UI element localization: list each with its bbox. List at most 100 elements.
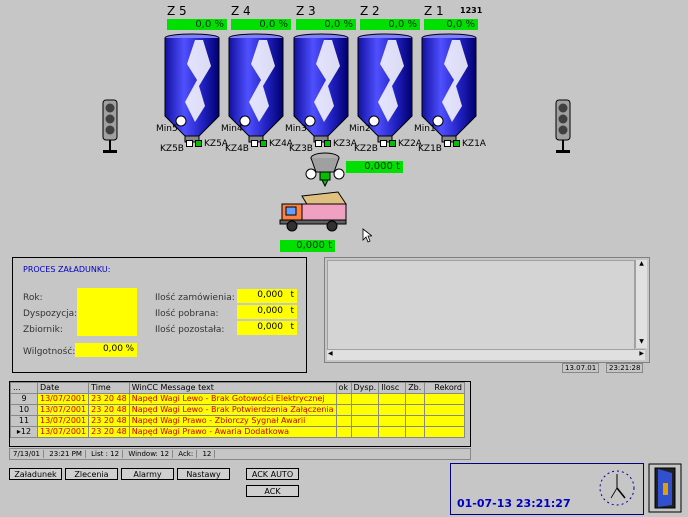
zaladunek-button[interactable]: Załadunek bbox=[9, 468, 62, 480]
alarmy-button[interactable]: Alarmy bbox=[121, 468, 174, 480]
table-header: ... Date Time WinCC Message text ok Dysp… bbox=[10, 382, 465, 394]
trend-window[interactable]: ▲ ▼ ◀ ▶ bbox=[324, 257, 650, 363]
min-label: Min3 bbox=[285, 124, 307, 134]
col-dysp[interactable]: Dysp. bbox=[350, 382, 380, 394]
ilosc-pobrana-field[interactable]: 0,000 t bbox=[237, 305, 297, 319]
scroll-right-icon[interactable]: ▶ bbox=[639, 350, 644, 357]
valve-b[interactable] bbox=[186, 140, 193, 147]
row-date: 13/07/2001 bbox=[36, 404, 90, 416]
valve-b[interactable] bbox=[251, 140, 258, 147]
row-text: Napęd Wagi Prawo - Zbiorczy Sygnał Awari… bbox=[128, 415, 337, 427]
min-label: Min1 bbox=[414, 124, 436, 134]
scroll-up-icon[interactable]: ▲ bbox=[636, 260, 647, 270]
mouse-cursor-icon bbox=[362, 228, 372, 243]
min-label: Min4 bbox=[221, 124, 243, 134]
status-window: Window: 12 bbox=[125, 450, 174, 458]
valve-a[interactable] bbox=[453, 140, 460, 147]
status-date: 7/13/01 bbox=[10, 450, 44, 458]
table-row[interactable]: ▸12 13/07/2001 23 20 48 Napęd Wagi Prawo… bbox=[10, 426, 465, 438]
clock-panel: 01-07-13 23:21:27 bbox=[450, 463, 644, 515]
ilosc-pobrana-label: Ilość pobrana: bbox=[155, 309, 219, 319]
ilosc-pozostala-label: Ilość pozostała: bbox=[155, 325, 225, 335]
ilosc-zamowienia-label: Ilość zamówienia: bbox=[155, 293, 235, 303]
zlecenia-button[interactable]: Zlecenia bbox=[65, 468, 118, 480]
truck-weight: 0,000 t bbox=[280, 240, 335, 252]
proces-panel: PROCES ZAŁADUNKU: Rok: Dyspozycja: Zbior… bbox=[12, 257, 307, 373]
status-ack-value: 12 bbox=[199, 450, 216, 458]
row-date: 13/07/2001 bbox=[36, 426, 90, 438]
traffic-light-left-icon bbox=[102, 99, 118, 153]
rok-dysp-zb-field[interactable] bbox=[77, 288, 137, 336]
col-text[interactable]: WinCC Message text bbox=[128, 382, 337, 394]
ilosc-pobrana-value: 0,000 bbox=[257, 306, 283, 316]
valve-a[interactable] bbox=[260, 140, 267, 147]
traffic-light-right-icon bbox=[555, 99, 571, 153]
ilosc-zamowienia-field[interactable]: 0,000 t bbox=[237, 289, 297, 303]
row-time: 23 20 48 bbox=[88, 415, 130, 427]
col-time[interactable]: Time bbox=[88, 382, 130, 394]
col-idx[interactable]: ... bbox=[10, 382, 38, 394]
valve-b[interactable] bbox=[315, 140, 322, 147]
table-row[interactable]: 11 13/07/2001 23 20 48 Napęd Wagi Prawo … bbox=[10, 415, 465, 427]
dyspozycja-label: Dyspozycja: bbox=[23, 309, 78, 319]
horizontal-scrollbar[interactable]: ◀ ▶ bbox=[327, 349, 645, 360]
rok-label: Rok: bbox=[23, 293, 43, 303]
ack-button[interactable]: ACK bbox=[246, 485, 299, 497]
valve-a[interactable] bbox=[389, 140, 396, 147]
truck-icon bbox=[279, 191, 347, 232]
wilgotnosc-label: Wilgotność: bbox=[23, 347, 76, 357]
message-window: ... Date Time WinCC Message text ok Dysp… bbox=[9, 381, 471, 447]
col-zb[interactable]: Zb. bbox=[405, 382, 426, 394]
valve-b[interactable] bbox=[444, 140, 451, 147]
min-label: Min5 bbox=[156, 124, 178, 134]
status-list: List : 12 bbox=[88, 450, 124, 458]
trend-date: 13.07.01 bbox=[562, 363, 600, 373]
row-text: Napęd Wagi Prawo - Awaria Dodatkowa bbox=[128, 426, 337, 438]
min-label: Min2 bbox=[349, 124, 371, 134]
row-index: ▸12 bbox=[10, 426, 38, 438]
row-date: 13/07/2001 bbox=[36, 415, 90, 427]
ilosc-zamowienia-unit: t bbox=[290, 290, 294, 300]
col-ilosc[interactable]: Ilosc bbox=[378, 382, 407, 394]
row-time: 23 20 48 bbox=[88, 404, 130, 416]
valve-a[interactable] bbox=[324, 140, 331, 147]
wilgotnosc-field[interactable]: 0,00 % bbox=[75, 343, 137, 357]
ilosc-zamowienia-value: 0,000 bbox=[257, 290, 283, 300]
row-text: Napęd Wagi Lewo - Brak Potwierdzenia Zał… bbox=[128, 404, 337, 416]
ilosc-pozostala-unit: t bbox=[290, 322, 294, 332]
col-rekord[interactable]: Rekord bbox=[424, 382, 465, 394]
scroll-left-icon[interactable]: ◀ bbox=[328, 350, 333, 357]
row-index: 10 bbox=[10, 404, 38, 416]
wilgotnosc-unit: % bbox=[125, 344, 134, 354]
wilgotnosc-value: 0,00 bbox=[102, 344, 123, 354]
scale-weight: 0,000 t bbox=[346, 161, 403, 173]
nastawy-button[interactable]: Nastawy bbox=[177, 468, 230, 480]
valve-a[interactable] bbox=[195, 140, 202, 147]
col-ok[interactable]: ok bbox=[335, 382, 352, 394]
row-index: 11 bbox=[10, 415, 38, 427]
table-row[interactable]: 9 13/07/2001 23 20 48 Napęd Wagi Lewo - … bbox=[10, 393, 465, 405]
valve-label-b: KZ2B bbox=[354, 144, 378, 154]
valve-label-b: KZ4B bbox=[225, 144, 249, 154]
analog-clock-icon bbox=[599, 470, 635, 506]
exit-door-icon[interactable] bbox=[648, 463, 682, 513]
message-status-bar: 7/13/01 23:21 PM List : 12 Window: 12 Ac… bbox=[9, 448, 471, 460]
message-table: ... Date Time WinCC Message text ok Dysp… bbox=[10, 382, 465, 438]
vertical-scrollbar[interactable]: ▲ ▼ bbox=[635, 260, 647, 348]
valve-b[interactable] bbox=[380, 140, 387, 147]
trend-area bbox=[327, 260, 635, 350]
ilosc-pobrana-unit: t bbox=[290, 306, 294, 316]
ack-auto-button[interactable]: ACK AUTO bbox=[246, 468, 299, 480]
row-index: 9 bbox=[10, 393, 38, 405]
col-date[interactable]: Date bbox=[36, 382, 90, 394]
proces-title: PROCES ZAŁADUNKU: bbox=[23, 265, 111, 274]
status-ack-label: Ack: bbox=[175, 450, 198, 458]
scroll-down-icon[interactable]: ▼ bbox=[636, 338, 647, 348]
ilosc-pozostala-field[interactable]: 0,000 t bbox=[237, 321, 297, 335]
zbiornik-label: Zbiornik: bbox=[23, 325, 63, 335]
status-time: 23:21 PM bbox=[46, 450, 86, 458]
ilosc-pozostala-value: 0,000 bbox=[257, 322, 283, 332]
clock-datetime: 01-07-13 23:21:27 bbox=[457, 497, 571, 510]
valve-label-a: KZ1A bbox=[462, 139, 486, 149]
table-row[interactable]: 10 13/07/2001 23 20 48 Napęd Wagi Lewo -… bbox=[10, 404, 465, 416]
